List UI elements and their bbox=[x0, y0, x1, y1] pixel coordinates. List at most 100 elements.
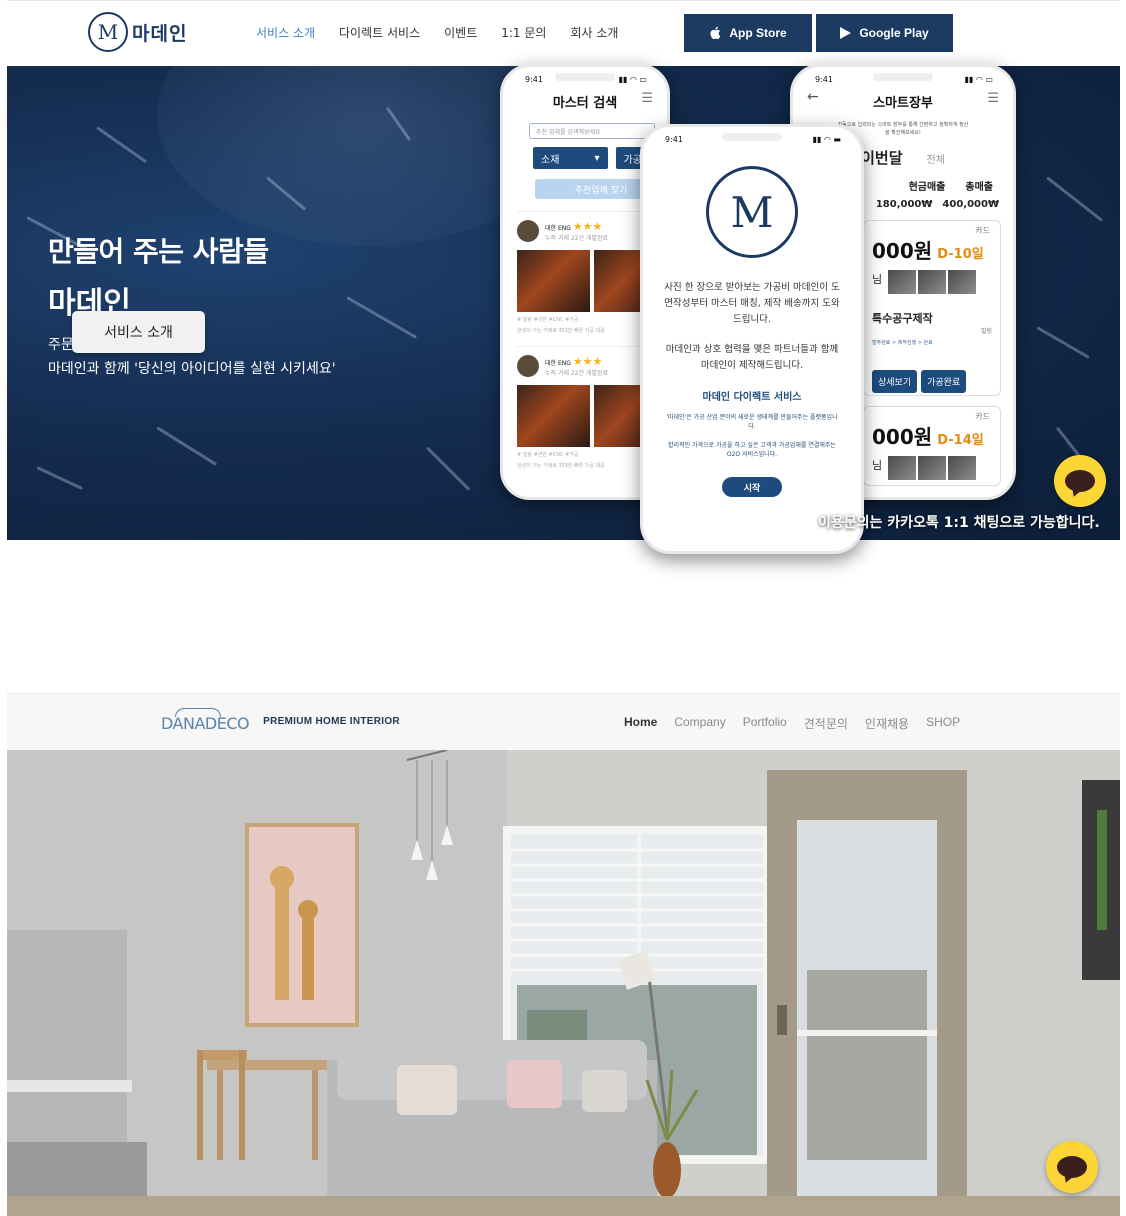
ledger-entry[interactable]: 카드 000원 D-14일 님 bbox=[863, 406, 1001, 486]
entry-dday: D-14일 bbox=[937, 433, 984, 448]
entry-progress: 발주완료 > 제작진행 > 완료 bbox=[872, 340, 933, 346]
tab-this-month[interactable]: 이번달 bbox=[861, 147, 902, 168]
company-name: 대한 ENG bbox=[545, 360, 571, 367]
room-illustration bbox=[7, 750, 1120, 1216]
work-photo bbox=[517, 250, 590, 312]
hamburger-icon[interactable]: ☰ bbox=[641, 91, 653, 106]
entry-client: 님 bbox=[872, 459, 883, 472]
thumbnail bbox=[918, 456, 947, 480]
living-room-hero-image bbox=[7, 750, 1120, 1216]
entry-sub: 밀링 bbox=[980, 328, 992, 335]
hero-streak bbox=[1036, 326, 1090, 359]
thumbnail bbox=[918, 270, 947, 294]
thumbnail bbox=[888, 456, 917, 480]
hamburger-icon[interactable]: ☰ bbox=[987, 91, 999, 106]
hero-subtext: 마데인과 함께 '당신의 아이디어를 실현 시키세요' bbox=[48, 361, 336, 377]
signal-icon: ▮▮ ◠ ▬ bbox=[812, 135, 841, 144]
signal-icon: ▮▮ ◠ ▭ bbox=[964, 75, 993, 84]
nav-inquiry[interactable]: 1:1 문의 bbox=[501, 24, 546, 41]
service-intro-tooltip[interactable]: 서비스 소개 bbox=[72, 311, 205, 353]
start-button[interactable]: 시작 bbox=[722, 477, 782, 497]
nav-portfolio[interactable]: Portfolio bbox=[743, 715, 787, 732]
danadeco-tagline: PREMIUM HOME INTERIOR bbox=[263, 716, 400, 727]
phone-notch bbox=[555, 73, 615, 81]
danadeco-header: DANADECO PREMIUM HOME INTERIOR Home Comp… bbox=[7, 693, 1120, 750]
app-store-label: App Store bbox=[729, 26, 787, 40]
madein-logo-mark: M bbox=[88, 12, 128, 52]
kakao-inquiry-note: 이용문의는 카카오톡 1:1 채팅으로 가능합니다. bbox=[818, 515, 1100, 531]
phone-time: 9:41 bbox=[525, 75, 543, 84]
nav-service-intro[interactable]: 서비스 소개 bbox=[256, 24, 315, 41]
nav-estimate[interactable]: 견적문의 bbox=[804, 715, 848, 732]
avatar bbox=[517, 355, 539, 377]
entry-amount: 000원 bbox=[872, 425, 933, 449]
entry-client: 님 bbox=[872, 273, 883, 286]
intro-text: 사진 한 장으로 받아보는 가공비 마데인이 도면작성부터 마스터 매칭, 제작… bbox=[664, 282, 840, 325]
google-play-label: Google Play bbox=[859, 26, 929, 40]
hero-streak bbox=[1046, 176, 1104, 222]
complete-button[interactable]: 가공완료 bbox=[921, 370, 967, 393]
intro-text: 마데인과 상호 협력을 맺은 파트너들과 함께 마데인이 제작해드립니다. bbox=[665, 344, 839, 371]
cash-sales-value: 180,000₩ bbox=[875, 199, 933, 210]
company-meta: 누적 거래 22건 개발완료 bbox=[545, 235, 609, 242]
back-arrow-icon[interactable]: ← bbox=[807, 89, 819, 105]
thumbnail bbox=[948, 270, 977, 294]
entry-item: 특수공구제작 bbox=[872, 312, 933, 325]
danadeco-logo-mark: DANADECO bbox=[161, 708, 250, 733]
divider bbox=[640, 0, 1120, 1]
nav-direct-service[interactable]: 다이렉트 서비스 bbox=[339, 24, 420, 41]
hero-streak bbox=[425, 446, 471, 491]
hero-streak bbox=[36, 466, 83, 490]
app-store-button[interactable]: App Store bbox=[684, 14, 812, 52]
phone-time: 9:41 bbox=[815, 75, 833, 84]
danadeco-logo[interactable]: DANADECO PREMIUM HOME INTERIOR bbox=[161, 708, 400, 733]
intro-heading: 마데인 다이렉트 서비스 bbox=[702, 392, 802, 403]
payment-type: 카드 bbox=[975, 412, 990, 421]
hero-copy: 만들어 주는 사람들 마데인 주문제작, 일이 어렵나요? 마데인과 함께 '당… bbox=[48, 230, 336, 378]
phone-intro: 9:41 ▮▮ ◠ ▬ M 사진 한 장으로 받아보는 가공비 마데인이 도면작… bbox=[640, 124, 864, 554]
chat-bubble-icon bbox=[1065, 470, 1095, 492]
detail-button[interactable]: 상세보기 bbox=[872, 370, 918, 393]
phone-time: 9:41 bbox=[665, 135, 683, 144]
nav-recruit[interactable]: 인재채용 bbox=[865, 715, 909, 732]
hero-streak bbox=[346, 296, 418, 339]
thumbnail bbox=[948, 456, 977, 480]
total-sales-label: 총매출 bbox=[965, 182, 993, 193]
chat-bubble-icon bbox=[1057, 1156, 1087, 1178]
kakao-chat-button[interactable] bbox=[1046, 1141, 1098, 1193]
nav-company[interactable]: 회사 소개 bbox=[570, 24, 618, 41]
apple-icon bbox=[710, 26, 721, 40]
cash-sales-label: 현금매출 bbox=[908, 182, 946, 193]
phone-notch bbox=[873, 73, 933, 81]
play-icon bbox=[840, 27, 852, 39]
entry-dday: D-10일 bbox=[937, 247, 984, 262]
nav-home[interactable]: Home bbox=[624, 715, 657, 732]
company-info: 대한 ENG ★★★ 누적 거래 22건 개발완료 bbox=[545, 355, 608, 377]
nav-shop[interactable]: SHOP bbox=[926, 715, 960, 732]
entry-actions: 상세보기 가공완료 bbox=[872, 370, 992, 393]
kakao-chat-button[interactable] bbox=[1054, 455, 1106, 507]
phone-notch bbox=[722, 133, 782, 141]
nav-event[interactable]: 이벤트 bbox=[444, 24, 477, 41]
work-photo bbox=[517, 385, 590, 447]
google-play-button[interactable]: Google Play bbox=[816, 14, 953, 52]
company-info: 대한 ENG ★★★ 누적 거래 22건 개발완료 bbox=[545, 220, 608, 242]
ledger-entry[interactable]: 카드 000원 D-10일 님 특수공구제작 밀링 발주완료 > 제작진행 > … bbox=[863, 220, 1001, 396]
entry-amount: 000원 bbox=[872, 239, 933, 263]
search-input[interactable]: 추천 업체를 검색해보세요 bbox=[529, 123, 655, 139]
tab-all[interactable]: 전체 bbox=[927, 151, 945, 166]
divider bbox=[7, 0, 642, 1]
rating-stars-icon: ★★★ bbox=[572, 220, 603, 233]
intro-small-text: '마데인'은 가공 산업 분야의 새로운 생태계를 만들어주는 플랫폼입니다. bbox=[666, 414, 838, 430]
madein-logo[interactable]: M 마데인 bbox=[88, 12, 187, 52]
company-meta: 누적 거래 22건 개발완료 bbox=[545, 370, 609, 377]
hero-headline: 만들어 주는 사람들 bbox=[48, 235, 269, 268]
nav-company[interactable]: Company bbox=[674, 715, 725, 732]
rating-stars-icon: ★★★ bbox=[572, 355, 603, 368]
material-select[interactable]: 소재 ▾ bbox=[533, 147, 608, 169]
signal-icon: ▮▮ ◠ ▭ bbox=[618, 75, 647, 84]
madein-nav: 서비스 소개 다이렉트 서비스 이벤트 1:1 문의 회사 소개 bbox=[256, 24, 618, 41]
avatar bbox=[517, 220, 539, 242]
entry-thumbnails bbox=[888, 270, 977, 294]
company-name: 대한 ENG bbox=[545, 225, 571, 232]
